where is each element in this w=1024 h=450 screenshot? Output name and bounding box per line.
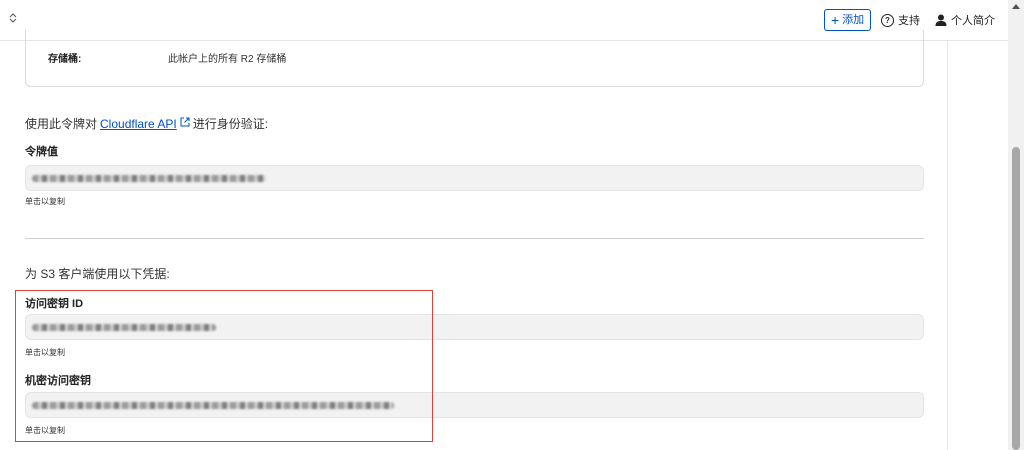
auth-description: 使用此令牌对 Cloudflare API 进行身份验证: [25,115,268,132]
external-link-icon[interactable] [180,117,190,130]
support-label: 支持 [898,15,920,27]
add-button-label: 添加 [842,14,865,26]
support-link[interactable]: ? 支持 [881,12,920,28]
token-value-label: 令牌值 [25,146,58,158]
scrollbar-thumb[interactable] [1012,147,1020,450]
plus-icon: + [831,12,840,28]
right-panel-divider [947,40,948,450]
bucket-label: 存储桶: [48,54,82,65]
user-icon [935,14,947,26]
profile-menu[interactable]: 个人简介 [935,12,995,28]
add-button[interactable]: + 添加 [824,9,872,31]
secret-key-label: 机密访问密钥 [25,375,91,387]
permissions-card [25,30,924,87]
question-circle-icon: ? [881,13,894,27]
secret-key-field[interactable] [25,392,924,418]
highlight-annotation-box [15,290,433,442]
scroll-up-arrow-icon[interactable] [1012,4,1020,9]
bucket-value: 此帐户上的所有 R2 存储桶 [168,54,287,65]
redacted-access-key [32,324,216,331]
token-copy-hint: 单击以复制 [25,197,65,206]
section-divider [25,238,924,239]
auth-prefix: 使用此令牌对 [25,117,98,131]
s3-credentials-heading: 为 S3 客户端使用以下凭据: [25,267,170,281]
secret-key-copy-hint: 单击以复制 [25,426,65,435]
token-value-field[interactable] [25,165,924,191]
profile-label: 个人简介 [951,15,995,27]
redacted-secret-key [32,402,394,409]
cloudflare-api-link[interactable]: Cloudflare API [100,117,177,131]
auth-suffix: 进行身份验证: [192,117,269,131]
redacted-token [32,175,266,182]
access-key-label: 访问密钥 ID [25,298,84,310]
scrollbar[interactable] [1008,0,1024,450]
chevron-updown-icon[interactable] [9,13,17,27]
access-key-copy-hint: 单击以复制 [25,348,65,357]
access-key-field[interactable] [25,314,924,340]
